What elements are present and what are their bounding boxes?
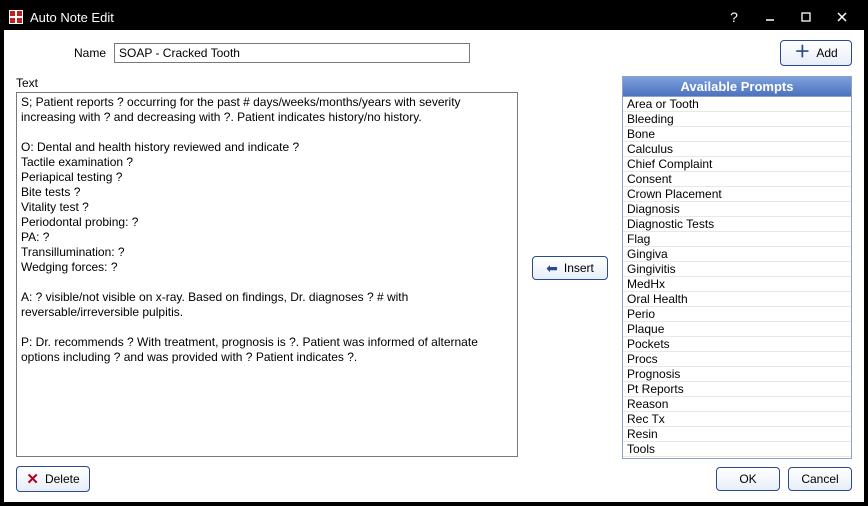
prompt-item[interactable]: Consent bbox=[623, 171, 851, 186]
app-icon bbox=[8, 9, 24, 25]
cancel-button-label: Cancel bbox=[801, 472, 838, 486]
available-prompts-list[interactable]: Area or ToothBleedingBoneCalculusChief C… bbox=[623, 97, 851, 458]
name-row: Name ＋ Add bbox=[16, 40, 852, 66]
delete-button-label: Delete bbox=[45, 472, 80, 486]
prompt-item[interactable]: Plaque bbox=[623, 321, 851, 336]
maximize-button[interactable] bbox=[788, 4, 824, 30]
prompt-item[interactable]: Bone bbox=[623, 126, 851, 141]
close-button[interactable] bbox=[824, 4, 860, 30]
insert-column: ⬅ Insert bbox=[526, 76, 614, 459]
auto-note-edit-window: Auto Note Edit ? Name ＋ Add Text bbox=[0, 0, 868, 506]
available-prompts-header: Available Prompts bbox=[623, 77, 851, 97]
delete-button[interactable]: ✕ Delete bbox=[16, 466, 90, 492]
prompt-item[interactable]: Gingivitis bbox=[623, 261, 851, 276]
prompt-item[interactable]: Calculus bbox=[623, 141, 851, 156]
content-area: Name ＋ Add Text ⬅ Insert Available Promp… bbox=[4, 30, 864, 502]
delete-x-icon: ✕ bbox=[26, 472, 39, 487]
cancel-button[interactable]: Cancel bbox=[788, 467, 852, 491]
prompt-item[interactable]: Perio bbox=[623, 306, 851, 321]
prompt-item[interactable]: Resin bbox=[623, 426, 851, 441]
prompt-item[interactable]: Diagnosis bbox=[623, 201, 851, 216]
prompt-item[interactable]: Crown Placement bbox=[623, 186, 851, 201]
plus-icon: ＋ bbox=[794, 45, 810, 61]
prompt-item[interactable]: Reason bbox=[623, 396, 851, 411]
prompt-item[interactable]: Oral Health bbox=[623, 291, 851, 306]
titlebar: Auto Note Edit ? bbox=[4, 4, 864, 30]
prompt-item[interactable]: Procs bbox=[623, 351, 851, 366]
prompt-item[interactable]: Flag bbox=[623, 231, 851, 246]
text-area[interactable] bbox=[16, 92, 518, 457]
name-input[interactable] bbox=[114, 43, 470, 63]
prompt-item[interactable]: Gingiva bbox=[623, 246, 851, 261]
prompt-item[interactable]: Chief Complaint bbox=[623, 156, 851, 171]
help-button[interactable]: ? bbox=[716, 4, 752, 30]
prompt-item[interactable]: Area or Tooth bbox=[623, 97, 851, 111]
prompt-item[interactable]: Diagnostic Tests bbox=[623, 216, 851, 231]
prompt-item[interactable]: Pockets bbox=[623, 336, 851, 351]
text-label: Text bbox=[16, 76, 518, 90]
prompt-item[interactable]: Tools bbox=[623, 441, 851, 456]
main-row: Text ⬅ Insert Available Prompts Area or … bbox=[16, 76, 852, 459]
insert-button[interactable]: ⬅ Insert bbox=[532, 256, 608, 280]
available-prompts-panel: Available Prompts Area or ToothBleedingB… bbox=[622, 76, 852, 459]
add-button[interactable]: ＋ Add bbox=[780, 40, 852, 66]
text-column: Text bbox=[16, 76, 518, 459]
prompt-item[interactable]: Bleeding bbox=[623, 111, 851, 126]
name-label: Name bbox=[16, 46, 114, 60]
prompt-item[interactable]: Wires bbox=[623, 456, 851, 458]
prompt-item[interactable]: Pt Reports bbox=[623, 381, 851, 396]
footer-row: ✕ Delete OK Cancel bbox=[16, 466, 852, 492]
arrow-left-icon: ⬅ bbox=[546, 261, 558, 275]
prompt-item[interactable]: Rec Tx bbox=[623, 411, 851, 426]
window-title: Auto Note Edit bbox=[30, 10, 114, 25]
insert-button-label: Insert bbox=[564, 261, 594, 275]
prompts-column: Available Prompts Area or ToothBleedingB… bbox=[622, 76, 852, 459]
prompt-item[interactable]: Prognosis bbox=[623, 366, 851, 381]
ok-button[interactable]: OK bbox=[716, 467, 780, 491]
minimize-button[interactable] bbox=[752, 4, 788, 30]
ok-button-label: OK bbox=[739, 472, 756, 486]
add-button-label: Add bbox=[816, 46, 837, 60]
prompt-item[interactable]: MedHx bbox=[623, 276, 851, 291]
